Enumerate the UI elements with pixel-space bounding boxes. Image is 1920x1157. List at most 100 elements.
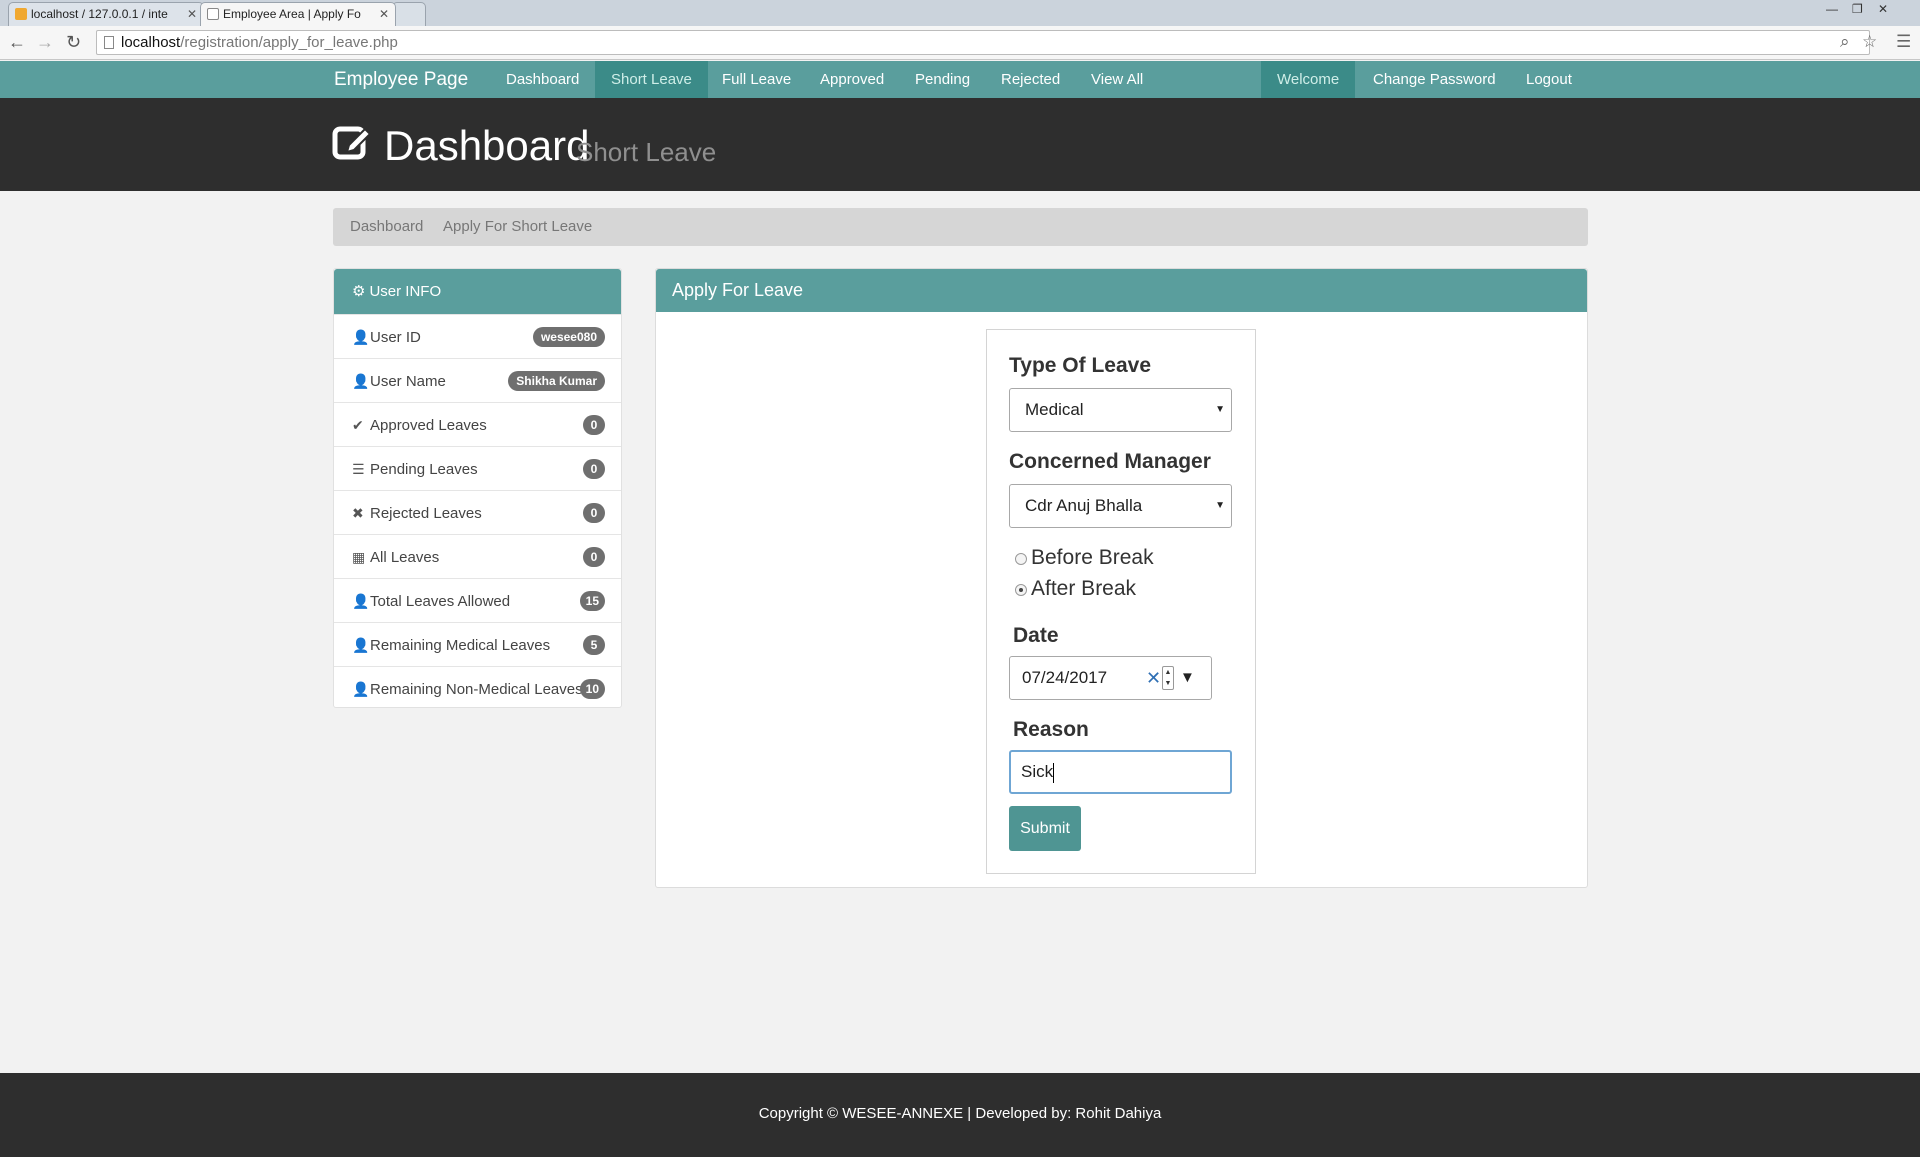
breadcrumb-dashboard[interactable]: Dashboard <box>350 208 423 246</box>
apply-leave-panel: Apply For Leave Type Of Leave Medical ▼ … <box>655 268 1588 888</box>
page-header: Dashboard Short Leave <box>0 98 1920 191</box>
before-break-radio[interactable] <box>1015 553 1027 565</box>
nav-view-all[interactable]: View All <box>1075 61 1159 98</box>
info-badge: 0 <box>583 415 605 435</box>
browser-tab-employee-area[interactable]: Employee Area | Apply Fo ✕ <box>200 2 396 26</box>
info-row-remaining-medical: 👤Remaining Medical Leaves 5 <box>334 622 621 666</box>
info-label: Total Leaves Allowed <box>370 593 511 610</box>
info-row-remaining-non-medical: 👤Remaining Non-Medical Leaves 10 <box>334 666 621 710</box>
browser-tabstrip: localhost / 127.0.0.1 / inte ✕ Employee … <box>0 0 1920 26</box>
nav-change-password[interactable]: Change Password <box>1357 61 1512 98</box>
clear-icon[interactable]: ✕ <box>1146 657 1161 699</box>
info-row-user-id: 👤User ID wesee080 <box>334 314 621 358</box>
date-value: 07/24/2017 <box>1022 668 1108 687</box>
chevron-down-icon: ▼ <box>1215 404 1225 415</box>
concerned-manager-label: Concerned Manager <box>1009 450 1211 473</box>
info-row-approved: ✔ Approved Leaves 0 <box>334 402 621 446</box>
chevron-down-icon: ▼ <box>1215 500 1225 511</box>
check-icon: ✔ <box>352 417 364 433</box>
nav-short-leave[interactable]: Short Leave <box>595 61 708 98</box>
info-label: All Leaves <box>370 549 440 566</box>
text-cursor <box>1053 762 1055 783</box>
before-break-label: Before Break <box>1031 546 1154 569</box>
submit-button[interactable]: Submit <box>1009 806 1081 851</box>
nav-approved[interactable]: Approved <box>804 61 900 98</box>
calendar-dropdown-icon[interactable]: ▼ <box>1180 657 1195 699</box>
list-icon: ☰ <box>352 461 365 477</box>
after-break-radio[interactable] <box>1015 584 1027 596</box>
nav-pending[interactable]: Pending <box>899 61 986 98</box>
date-input[interactable]: 07/24/2017 ✕ ▲ ▼ ▼ <box>1009 656 1212 700</box>
nav-rejected[interactable]: Rejected <box>985 61 1076 98</box>
star-icon[interactable]: ☆ <box>1862 32 1877 52</box>
browser-tab-title: Employee Area | Apply Fo <box>223 7 361 21</box>
user-icon: 👤 <box>352 593 370 609</box>
info-row-total-allowed: 👤Total Leaves Allowed 15 <box>334 578 621 622</box>
reason-input[interactable]: Sick <box>1009 750 1232 794</box>
zoom-icon[interactable]: ⌕ <box>1840 32 1850 52</box>
reload-icon[interactable]: ↻ <box>66 32 81 53</box>
concerned-manager-select[interactable]: Cdr Anuj Bhalla ▼ <box>1009 484 1232 528</box>
info-badge: 10 <box>579 679 605 699</box>
reason-label: Reason <box>1013 718 1089 741</box>
nav-logout[interactable]: Logout <box>1510 61 1588 98</box>
nav-dashboard[interactable]: Dashboard <box>490 61 595 98</box>
concerned-manager-value: Cdr Anuj Bhalla <box>1025 496 1143 515</box>
info-label: User ID <box>370 329 421 346</box>
info-badge: 0 <box>583 459 605 479</box>
info-row-rejected: ✖ Rejected Leaves 0 <box>334 490 621 534</box>
restore-icon[interactable]: ❐ <box>1852 2 1863 16</box>
info-badge: 5 <box>583 635 605 655</box>
navbar-brand[interactable]: Employee Page <box>334 61 468 98</box>
page-icon <box>207 8 219 20</box>
gear-icon: ⚙ <box>352 283 366 300</box>
info-label: Remaining Non-Medical Leaves <box>370 681 583 698</box>
user-info-panel: ⚙ User INFO 👤User ID wesee080 👤User Name … <box>333 268 622 708</box>
type-of-leave-select[interactable]: Medical ▼ <box>1009 388 1232 432</box>
user-icon: 👤 <box>352 329 370 345</box>
url-bar[interactable]: localhost/registration/apply_for_leave.p… <box>96 30 1870 55</box>
new-tab-button[interactable] <box>392 2 426 26</box>
info-label: User Name <box>370 373 446 390</box>
date-label: Date <box>1013 624 1059 647</box>
menu-icon[interactable]: ☰ <box>1896 32 1911 52</box>
info-label: Pending Leaves <box>370 461 478 478</box>
leave-form: Type Of Leave Medical ▼ Concerned Manage… <box>986 329 1256 874</box>
page-footer: Copyright © WESEE-ANNEXE | Developed by:… <box>0 1073 1920 1157</box>
info-label: Remaining Medical Leaves <box>370 637 551 654</box>
browser-toolbar: ← → ↻ localhost/registration/apply_for_l… <box>0 26 1920 60</box>
after-break-option[interactable]: After Break <box>1015 577 1137 601</box>
user-icon: 👤 <box>352 637 370 653</box>
type-of-leave-label: Type Of Leave <box>1009 354 1151 377</box>
page-title: Dashboard <box>384 122 590 169</box>
page-icon <box>104 36 114 49</box>
info-badge: 15 <box>579 591 605 611</box>
minimize-icon[interactable]: — <box>1826 2 1838 16</box>
date-spinner[interactable]: ▲ ▼ <box>1162 666 1174 690</box>
nav-welcome[interactable]: Welcome <box>1261 61 1356 98</box>
info-badge: 0 <box>583 547 605 567</box>
user-info-header: ⚙ User INFO <box>334 269 621 314</box>
back-icon[interactable]: ← <box>8 32 26 53</box>
breadcrumb: Dashboard Apply For Short Leave <box>333 208 1588 246</box>
forward-icon[interactable]: → <box>36 32 54 53</box>
before-break-option[interactable]: Before Break <box>1015 546 1154 570</box>
url-path: /registration/apply_for_leave.php <box>180 34 398 51</box>
info-row-user-name: 👤User Name Shikha Kumar <box>334 358 621 402</box>
footer-copyright: Copyright © WESEE-ANNEXE | Developed by:… <box>758 1105 1162 1122</box>
reason-value: Sick <box>1021 762 1054 781</box>
info-row-pending: ☰ Pending Leaves 0 <box>334 446 621 490</box>
browser-tab-phpmyadmin[interactable]: localhost / 127.0.0.1 / inte ✕ <box>8 2 204 26</box>
close-icon[interactable]: ✕ <box>379 3 389 25</box>
panel-title: Apply For Leave <box>656 269 1587 312</box>
user-icon: 👤 <box>352 373 370 389</box>
info-badge: Shikha Kumar <box>508 371 605 391</box>
after-break-label: After Break <box>1031 577 1137 600</box>
top-navbar: Employee Page Dashboard Short Leave Full… <box>0 61 1920 98</box>
info-label: Rejected Leaves <box>370 505 482 522</box>
nav-full-leave[interactable]: Full Leave <box>706 61 807 98</box>
close-window-icon[interactable]: ✕ <box>1878 2 1888 16</box>
phpmyadmin-icon <box>15 8 27 20</box>
close-icon[interactable]: ✕ <box>187 3 197 25</box>
info-label: Approved Leaves <box>370 417 487 434</box>
